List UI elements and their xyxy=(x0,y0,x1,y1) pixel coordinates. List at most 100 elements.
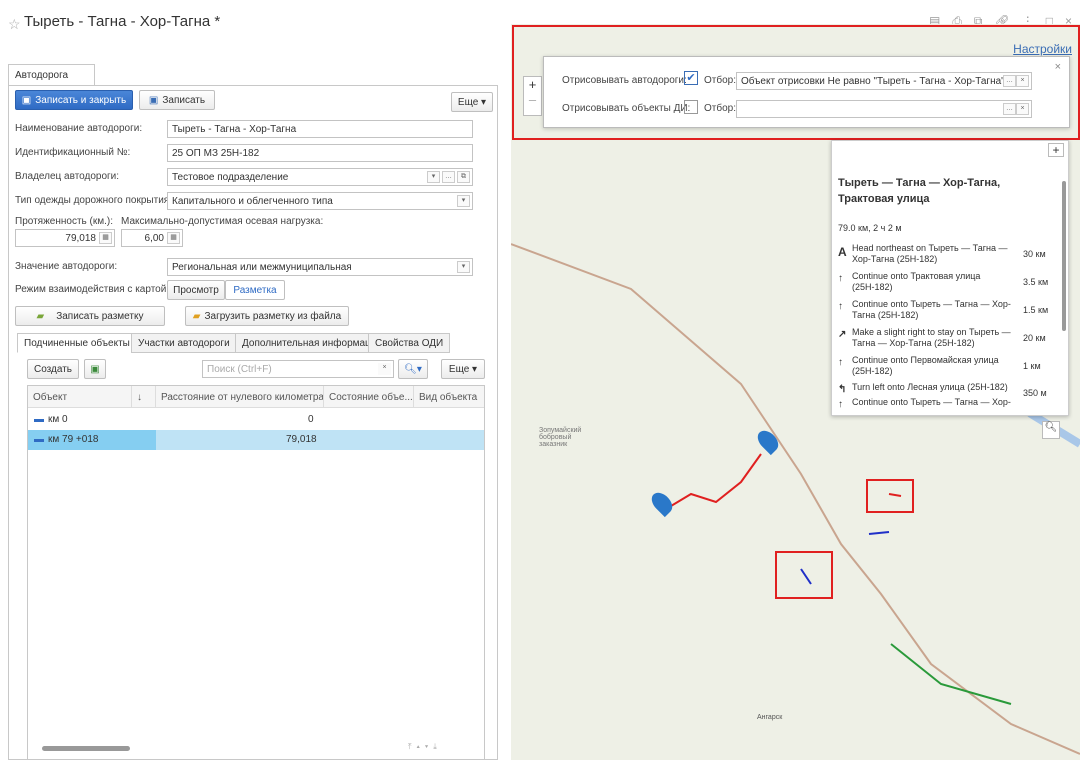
filter1-label: Отрисовывать автодороги: xyxy=(562,75,687,86)
axle-label: Максимально-допустимая осевая нагрузка: xyxy=(121,216,324,227)
clear-icon[interactable]: × xyxy=(1016,75,1029,87)
excel-icon[interactable]: ▣ xyxy=(84,359,106,379)
step-text: Continue onto Первомайская улица (25Н-18… xyxy=(852,355,999,376)
route-panel: + Тыреть — Тагна — Хор-Тагна, Трактовая … xyxy=(831,140,1069,416)
filter2-label: Отрисовывать объекты ДИ: xyxy=(562,103,691,114)
save-markup-button[interactable]: ▰ Записать разметку xyxy=(15,306,165,326)
dropdown-icon[interactable]: ▾ xyxy=(457,261,470,273)
length-field[interactable]: 79,018 ▦ xyxy=(15,229,115,247)
town-label: Ангарск xyxy=(757,714,783,721)
col-object[interactable]: Объект xyxy=(28,386,132,408)
reserve-label: Зопумайский бобровый заказник xyxy=(539,427,582,448)
id-field[interactable]: 25 ОП МЗ 25Н-182 xyxy=(167,144,473,162)
dropdown-icon[interactable]: ▾ xyxy=(427,171,440,183)
subtab-extra-info[interactable]: Дополнительная информация xyxy=(235,333,389,353)
select-icon[interactable]: … xyxy=(1003,103,1016,115)
mode-markup-button[interactable]: Разметка xyxy=(225,280,285,300)
favorite-star-icon[interactable]: ☆ xyxy=(8,16,21,33)
axle-field[interactable]: 6,00 ▦ xyxy=(121,229,183,247)
horizontal-scrollbar[interactable] xyxy=(42,746,130,751)
save-and-close-button[interactable]: ▣ Записать и закрыть xyxy=(15,90,133,110)
table-row[interactable]: ▬ км 0 0 xyxy=(28,410,484,430)
row-object: км 79 +018 xyxy=(48,434,99,445)
green-road xyxy=(890,643,1012,705)
save-label: Записать xyxy=(162,94,206,106)
calculator-icon[interactable]: ▦ xyxy=(99,232,112,244)
select-icon[interactable]: … xyxy=(1003,75,1016,87)
col-state[interactable]: Состояние объе... xyxy=(324,386,414,408)
row-marker-icon: ▬ xyxy=(34,434,44,445)
length-value: 79,018 xyxy=(65,233,96,244)
col-type[interactable]: Вид объекта xyxy=(414,386,484,408)
select-icon[interactable]: … xyxy=(442,171,455,183)
surface-field[interactable]: Капитального и облегченного типа ▾ xyxy=(167,192,473,210)
filter1-checkbox[interactable]: ✔ xyxy=(684,71,698,85)
subtab-odi-props[interactable]: Свойства ОДИ xyxy=(368,333,451,353)
col-distance[interactable]: Расстояние от нулевого километра xyxy=(156,386,324,408)
open-icon[interactable]: ⧉ xyxy=(457,171,470,183)
route-scrollbar[interactable] xyxy=(1062,181,1066,331)
filter2-otbor-label: Отбор: xyxy=(704,103,736,114)
nav-arrows[interactable]: ⤒▴▾⤓ xyxy=(408,742,442,752)
highlight-box-2 xyxy=(775,551,833,599)
name-label: Наименование автодороги: xyxy=(15,123,143,134)
step-icon: ↑ xyxy=(838,399,843,410)
step-icon: ↰ xyxy=(838,384,847,395)
subtab-sections[interactable]: Участки автодороги xyxy=(131,333,237,353)
owner-field[interactable]: Тестовое подразделение ▾… ⧉ xyxy=(167,168,473,186)
step-text: Continue onto Тыреть — Тагна — Хор- xyxy=(852,397,1011,407)
calculator-icon[interactable]: ▦ xyxy=(167,232,180,244)
row-distance: 79,018 xyxy=(286,434,317,445)
save-markup-label: Записать разметку xyxy=(56,310,144,322)
step-text: Make a slight right to stay on Тыреть — … xyxy=(852,327,1011,348)
map-search-button[interactable]: 🔍︎ xyxy=(1042,421,1060,439)
axle-value: 6,00 xyxy=(144,233,164,244)
expand-route-button[interactable]: + xyxy=(1048,143,1064,157)
route-line xyxy=(660,453,762,513)
more-label: Еще xyxy=(457,96,479,108)
mode-view-button[interactable]: Просмотр xyxy=(167,280,225,300)
search-button[interactable]: 🔍︎▾ xyxy=(398,359,428,379)
name-field[interactable]: Тыреть - Тагна - Хор-Тагна xyxy=(167,120,473,138)
save-and-close-label: Записать и закрыть xyxy=(35,94,127,106)
step-text: Turn left onto Лесная улица (25Н-182) xyxy=(852,382,1008,392)
importance-field[interactable]: Региональная или межмуниципальная ▾ xyxy=(167,258,473,276)
step-distance: 350 м xyxy=(1023,388,1047,398)
load-markup-label: Загрузить разметку из файла xyxy=(204,310,342,322)
clear-icon[interactable]: × xyxy=(1016,103,1029,115)
step-icon: ↑ xyxy=(838,301,843,312)
filter1-field[interactable]: Объект отрисовки Не равно "Тыреть - Тагн… xyxy=(736,72,1032,90)
save-button[interactable]: ▣ Записать xyxy=(139,90,215,110)
table-row-selected[interactable]: ▬ км 79 +018 79,018 xyxy=(28,430,484,450)
route-title: Тыреть — Тагна — Хор-Тагна, Трактовая ул… xyxy=(838,177,1001,205)
highlight-box-1 xyxy=(866,479,914,513)
load-markup-button[interactable]: ▰ Загрузить разметку из файла xyxy=(185,306,349,326)
step-distance: 20 км xyxy=(1023,333,1046,343)
route-summary: 79.0 км, 2 ч 2 м xyxy=(838,223,902,233)
close-popup-icon[interactable]: × xyxy=(1055,61,1061,73)
step-icon: ↑ xyxy=(838,357,843,368)
step-icon: ↗ xyxy=(838,329,847,340)
disk-icon: ▣ xyxy=(148,94,159,106)
filter1-otbor-label: Отбор: xyxy=(704,75,736,86)
filter2-checkbox[interactable] xyxy=(684,100,698,114)
filter1-value: Объект отрисовки Не равно "Тыреть - Тагн… xyxy=(741,76,1005,87)
subordinate-objects-table: Объект ↓ Расстояние от нулевого километр… xyxy=(27,385,485,760)
step-text: Head northeast on Тыреть — Тагна — Хор-Т… xyxy=(852,243,1008,264)
map-filter-popup: Отрисовывать автодороги: ✔ Отбор: Объект… xyxy=(543,56,1070,128)
search-placeholder: Поиск (Ctrl+F) xyxy=(207,364,272,375)
filter2-field[interactable]: … × xyxy=(736,100,1032,118)
search-input[interactable]: Поиск (Ctrl+F) × xyxy=(202,360,394,378)
clear-icon[interactable]: × xyxy=(378,363,391,375)
tab-avtodoroga[interactable]: Автодорога xyxy=(8,64,95,86)
dropdown-icon[interactable]: ▾ xyxy=(457,195,470,207)
subtab-subordinate[interactable]: Подчиненные объекты xyxy=(17,333,137,353)
create-button[interactable]: Создать xyxy=(27,359,79,379)
importance-value: Региональная или межмуниципальная xyxy=(172,262,352,273)
more-button[interactable]: Еще ▾ xyxy=(451,92,493,112)
surface-label: Тип одежды дорожного покрытия: xyxy=(15,195,172,206)
grid-more-button[interactable]: Еще ▾ xyxy=(441,359,485,379)
row-object: км 0 xyxy=(48,414,68,425)
window-title: Тыреть - Тагна - Хор-Тагна * xyxy=(24,13,221,30)
sort-icon[interactable]: ↓ xyxy=(132,386,156,408)
